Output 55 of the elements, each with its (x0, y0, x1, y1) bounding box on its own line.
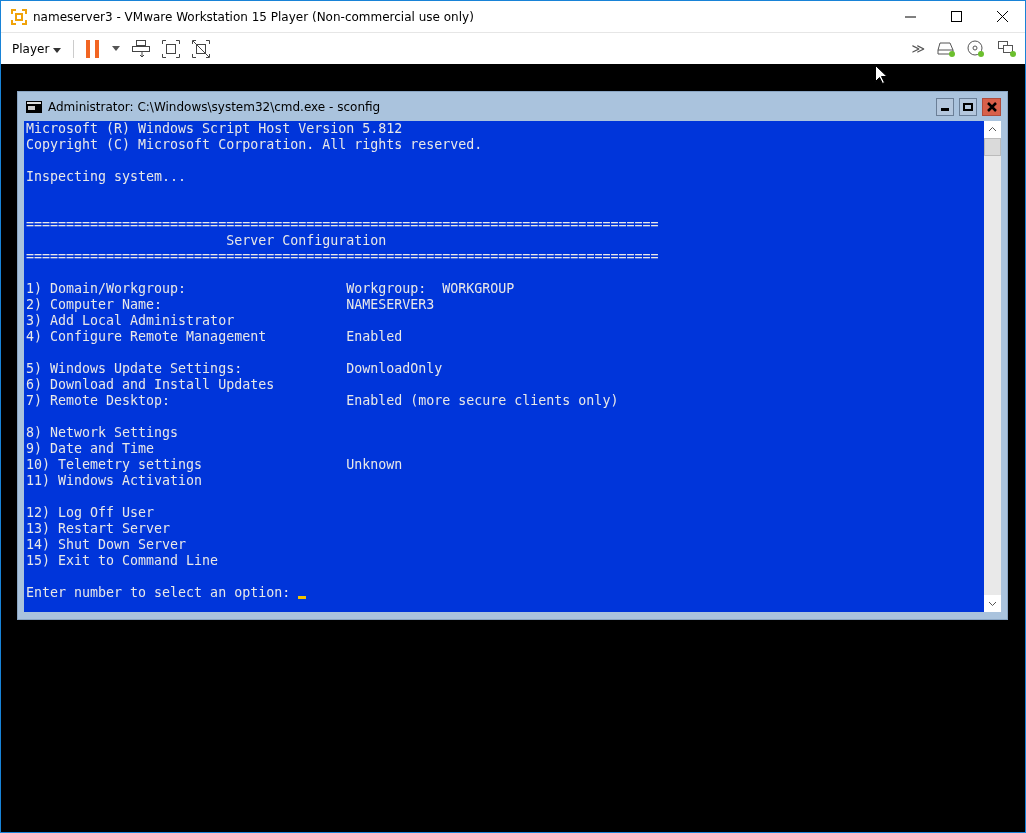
console-icon (26, 100, 42, 113)
overflow-button[interactable]: ≫ (911, 41, 925, 56)
close-icon (996, 11, 1008, 22)
separator-line: =============================================================================== (26, 249, 660, 265)
console-line: Microsoft (R) Windows Script Host Version 5.812 (26, 121, 404, 137)
minimize-button[interactable] (936, 97, 954, 116)
menu-option: 3) Add Local Administrator (26, 313, 347, 329)
console-line: Inspecting system... (26, 169, 188, 185)
option-value: DownloadOnly (346, 361, 443, 377)
maximize-button[interactable] (959, 97, 977, 116)
scroll-down-icon[interactable] (984, 595, 1001, 612)
close-icon (986, 101, 997, 112)
option-value: NAMESERVER3 (346, 297, 435, 313)
menu-option: 10) Telemetry settings (26, 457, 347, 473)
option-value: Unknown (346, 457, 403, 473)
caret-icon[interactable] (112, 46, 121, 51)
menu-heading: Server Configuration (225, 233, 387, 249)
console-title: Administrator: C:\Windows\system32\cmd.exe - sconfig (48, 99, 381, 114)
menu-option: 5) Windows Update Settings: (26, 361, 347, 377)
scroll-up-icon[interactable] (984, 121, 1001, 138)
disc-icon[interactable] (967, 40, 985, 57)
menu-option: 8) Network Settings (26, 425, 347, 441)
text-cursor (298, 596, 307, 599)
menu-option: 12) Log Off User (26, 505, 347, 521)
unity-icon[interactable] (192, 39, 211, 58)
app-logo-icon (10, 7, 28, 26)
maximize-icon (950, 11, 962, 22)
menu-option: 9) Date and Time (26, 441, 347, 457)
menu-option: 7) Remote Desktop: (26, 393, 347, 409)
menu-option: 2) Computer Name: (26, 297, 347, 313)
menu-option: 15) Exit to Command Line (26, 553, 347, 569)
console-line: Copyright (C) Microsoft Corporation. All rights reserved. (26, 137, 484, 153)
player-menu-button[interactable]: Player (12, 41, 62, 56)
pause-icon[interactable] (86, 39, 101, 58)
menu-option: 11) Windows Activation (26, 473, 347, 489)
option-value: Workgroup: WORKGROUP (346, 281, 515, 297)
menu-option: 6) Download and Install Updates (26, 377, 347, 393)
fullscreen-icon[interactable] (162, 39, 181, 58)
window-title: nameserver3 - VMware Workstation 15 Player (Non-commercial use only) (33, 9, 474, 24)
scroll-thumb[interactable] (984, 138, 1001, 156)
prompt-text: Enter number to select an option: (26, 585, 291, 601)
network-icon[interactable] (997, 40, 1017, 57)
menu-option: 4) Configure Remote Management (26, 329, 347, 345)
minimize-icon (941, 107, 949, 111)
caret-icon (53, 47, 62, 53)
close-button[interactable] (982, 97, 1001, 116)
scrollbar[interactable] (984, 121, 1001, 612)
separator-line: =============================================================================== (26, 217, 660, 233)
send-keys-icon[interactable] (132, 39, 151, 58)
maximize-icon (963, 101, 973, 112)
menu-option: 14) Shut Down Server (26, 537, 347, 553)
option-value: Enabled (more secure clients only) (346, 393, 619, 409)
menu-option: 1) Domain/Workgroup: (26, 281, 347, 297)
option-value: Enabled (346, 329, 403, 345)
menu-option: 13) Restart Server (26, 521, 347, 537)
